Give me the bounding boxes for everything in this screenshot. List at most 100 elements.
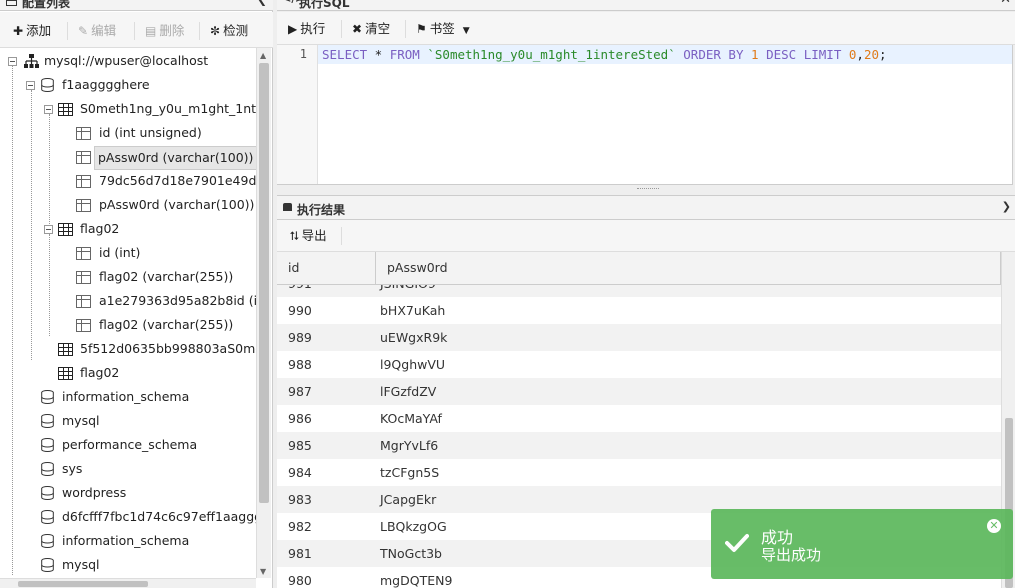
collapse-toggle-icon[interactable] bbox=[26, 81, 35, 90]
table-row[interactable]: 987 lFGzfdZV bbox=[277, 378, 1001, 405]
column-icon bbox=[76, 151, 91, 164]
tree-node-label: sys bbox=[62, 461, 83, 476]
checkmark-icon bbox=[725, 534, 749, 552]
collapse-toggle-icon[interactable] bbox=[8, 57, 17, 66]
edit-icon: ✎ bbox=[78, 24, 89, 38]
play-icon: ▶ bbox=[288, 22, 298, 36]
tree-node-label: wordpress bbox=[62, 485, 127, 500]
cell-id: 989 bbox=[288, 330, 312, 345]
panel-splitter[interactable] bbox=[277, 185, 1015, 193]
database-icon bbox=[41, 414, 54, 428]
clear-button-label: 清空 bbox=[365, 21, 391, 36]
sql-token: * bbox=[367, 47, 390, 62]
scroll-up-arrow-icon[interactable]: ▲ bbox=[260, 51, 266, 60]
tree-node-label: pAssw0rd (varchar(100)) bbox=[94, 146, 256, 170]
tree-node-label: d6fcfff7fbc1d74c6c97eff1aaggggh bbox=[62, 509, 256, 524]
chevron-left-icon[interactable]: ❮ bbox=[257, 0, 267, 6]
splitter-grip[interactable] bbox=[637, 188, 659, 189]
config-toolbar: ✚ 添加 ✎ 编辑 ▤ 删除 ✼ 检测 bbox=[0, 12, 273, 48]
column-header-password[interactable]: pAssw0rd bbox=[376, 252, 1001, 284]
table-row[interactable]: 986 KOcMaYAf bbox=[277, 405, 1001, 432]
sql-panel-title: 执行SQL bbox=[299, 0, 350, 10]
table-row[interactable]: 988 l9QghwVU bbox=[277, 351, 1001, 378]
database-icon bbox=[41, 462, 54, 476]
close-icon[interactable]: ✕ bbox=[987, 519, 1001, 533]
spinner-icon: ✼ bbox=[210, 24, 221, 38]
database-icon bbox=[41, 390, 54, 404]
result-panel-header: 执行结果 ❯ bbox=[277, 195, 1015, 220]
sql-token: 1 bbox=[751, 47, 759, 62]
grid-header: id pAssw0rd bbox=[277, 252, 1001, 285]
bookmark-dropdown[interactable]: ⚑ 书签 ▼ bbox=[416, 20, 470, 38]
cell-password: bHX7uKah bbox=[380, 303, 446, 318]
chevron-down-icon[interactable]: ❯ bbox=[1002, 200, 1011, 213]
plus-circle-icon: ✚ bbox=[13, 24, 24, 38]
cell-id: 991 bbox=[288, 284, 312, 297]
cell-password: lFGzfdZV bbox=[380, 384, 437, 399]
result-panel-title: 执行结果 bbox=[297, 203, 346, 217]
cell-id: 984 bbox=[288, 465, 312, 480]
database-icon bbox=[41, 78, 54, 92]
toast-message: 导出成功 bbox=[761, 546, 822, 564]
toolbar-divider bbox=[199, 22, 200, 40]
add-button-label: 添加 bbox=[26, 23, 52, 38]
column-header-id[interactable]: id bbox=[277, 252, 376, 284]
sql-editor[interactable]: 1 SELECT * FROM `S0meth1ng_y0u_m1ght_1in… bbox=[277, 45, 1013, 185]
column-icon bbox=[76, 175, 91, 188]
cell-password: KOcMaYAf bbox=[380, 411, 442, 426]
table-row[interactable]: 985 MgrYvLf6 bbox=[277, 432, 1001, 459]
sql-token: LIMIT bbox=[803, 47, 842, 62]
check-button[interactable]: ✼ 检测 bbox=[210, 22, 248, 40]
edit-button[interactable]: ✎ 编辑 bbox=[78, 22, 116, 40]
server-tree-icon bbox=[24, 54, 39, 68]
tree-node-label: 5f512d0635bb998803aS0meth bbox=[80, 341, 256, 356]
trash-icon: ▤ bbox=[145, 24, 157, 38]
scroll-down-arrow-icon[interactable]: ▼ bbox=[260, 567, 266, 576]
cell-id: 983 bbox=[288, 492, 312, 507]
caret-down-icon: ▼ bbox=[462, 26, 470, 36]
config-panel-header: 配置列表 ❮ bbox=[0, 0, 273, 11]
editor-gutter: 1 bbox=[277, 45, 318, 184]
table-row[interactable]: 991 JSINGIO9 bbox=[277, 284, 1001, 297]
sql-token: DESC bbox=[766, 47, 797, 62]
tree-node-label: flag02 (varchar(255)) bbox=[99, 317, 234, 332]
close-icon[interactable]: ✕ bbox=[1000, 0, 1011, 7]
collapse-toggle-icon[interactable] bbox=[44, 105, 53, 114]
delete-button[interactable]: ▤ 删除 bbox=[145, 22, 184, 40]
times-icon: ✖ bbox=[352, 22, 363, 36]
check-button-label: 检测 bbox=[223, 23, 249, 38]
database-icon bbox=[41, 438, 54, 452]
export-button[interactable]: ⮁ 导出 bbox=[289, 227, 327, 245]
result-toolbar: ⮁ 导出 bbox=[277, 220, 1015, 252]
column-icon bbox=[76, 319, 91, 332]
collapse-toggle-icon[interactable] bbox=[44, 225, 53, 234]
sql-code-line[interactable]: SELECT * FROM `S0meth1ng_y0u_m1ght_1inte… bbox=[322, 47, 887, 62]
sql-token: `S0meth1ng_y0u_m1ght_1intereSted` bbox=[427, 47, 676, 62]
tree-node-label: flag02 bbox=[80, 365, 120, 380]
tree-node-label: id (int) bbox=[99, 245, 141, 260]
cell-password: LBQkzgOG bbox=[380, 519, 447, 534]
add-button[interactable]: ✚ 添加 bbox=[13, 22, 51, 40]
table-icon bbox=[58, 223, 73, 236]
tree-vertical-scrollbar[interactable]: ▲ ▼ bbox=[256, 48, 271, 578]
cell-id: 986 bbox=[288, 411, 312, 426]
table-row[interactable]: 984 tzCFgn5S bbox=[277, 459, 1001, 486]
toolbar-divider bbox=[134, 22, 135, 40]
run-button[interactable]: ▶ 执行 bbox=[288, 20, 325, 38]
scrollbar-thumb[interactable] bbox=[18, 581, 148, 587]
sql-token: 20 bbox=[863, 47, 880, 62]
table-row[interactable]: 990 bHX7uKah bbox=[277, 297, 1001, 324]
column-icon bbox=[76, 271, 91, 284]
scrollbar-thumb[interactable] bbox=[259, 63, 269, 503]
database-icon bbox=[41, 486, 54, 500]
tree-node-label: information_schema bbox=[62, 389, 190, 404]
table-row[interactable]: 989 uEWgxR9k bbox=[277, 324, 1001, 351]
tree-horizontal-scrollbar[interactable] bbox=[0, 578, 256, 588]
cell-password: mgDQTEN9 bbox=[380, 573, 453, 588]
sql-token: , bbox=[856, 47, 864, 62]
tree-guide-line bbox=[49, 234, 50, 336]
clear-button[interactable]: ✖ 清空 bbox=[352, 20, 390, 38]
